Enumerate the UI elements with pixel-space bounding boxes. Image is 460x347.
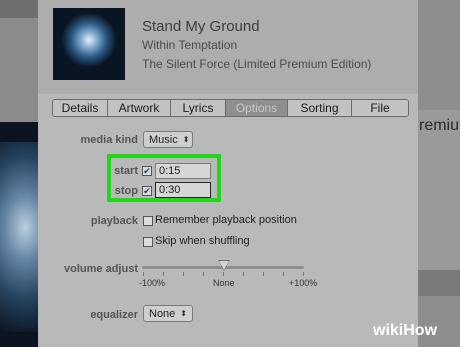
dialog-tabs: Details Artwork Lyrics Options Sorting F… (52, 99, 409, 117)
watermark-how: How (403, 322, 438, 339)
stop-time-field[interactable]: 0:30 (155, 182, 211, 198)
volume-min-label: -100% (139, 278, 166, 288)
playback-label: playback (90, 215, 138, 227)
background-right-row (418, 270, 460, 296)
song-artist: Within Temptation (142, 38, 238, 52)
album-artwork (53, 8, 125, 80)
background-album-title: remiu (419, 117, 460, 134)
tab-file[interactable]: File (352, 100, 408, 116)
tab-artwork[interactable]: Artwork (108, 100, 171, 116)
remember-position-label[interactable]: Remember playback position (155, 214, 297, 226)
song-album: The Silent Force (Limited Premium Editio… (142, 57, 372, 71)
skip-shuffling-label[interactable]: Skip when shuffling (155, 235, 250, 247)
dialog-header: Stand My Ground Within Temptation The Si… (38, 0, 418, 94)
volume-adjust-label: volume adjust (64, 263, 138, 275)
media-kind-label: media kind (80, 134, 138, 146)
slider-tick (303, 272, 304, 276)
stop-checkbox[interactable]: ✔ (142, 186, 152, 196)
slider-tick (243, 272, 244, 276)
tab-sorting[interactable]: Sorting (288, 100, 352, 116)
volume-none-label: None (213, 278, 235, 288)
slider-tick (263, 272, 264, 276)
equalizer-select[interactable]: None ⬍ (143, 305, 193, 322)
song-title: Stand My Ground (142, 18, 260, 35)
tab-details[interactable]: Details (53, 100, 108, 116)
media-kind-select[interactable]: Music ⬍ (143, 131, 193, 148)
slider-tick (203, 272, 204, 276)
media-kind-value: Music (149, 133, 178, 146)
wikihow-watermark: wikiHow (373, 322, 437, 340)
slider-tick (183, 272, 184, 276)
equalizer-label: equalizer (90, 309, 138, 321)
slider-tick (163, 272, 164, 276)
tab-lyrics[interactable]: Lyrics (171, 100, 226, 116)
artwork-glow (61, 14, 117, 66)
slider-tick (283, 272, 284, 276)
volume-max-label: +100% (289, 278, 318, 288)
start-label: start (114, 165, 138, 177)
chevron-updown-icon: ⬍ (182, 135, 190, 144)
stop-label: stop (114, 185, 138, 197)
slider-tick (143, 272, 144, 276)
chevron-updown-icon: ⬍ (180, 309, 187, 318)
remember-position-checkbox[interactable] (143, 216, 153, 226)
song-info-dialog: Stand My Ground Within Temptation The Si… (38, 0, 418, 347)
watermark-wiki: wiki (373, 322, 404, 339)
volume-slider-thumb[interactable] (219, 261, 229, 270)
start-time-field[interactable]: 0:15 (155, 163, 211, 179)
start-checkbox[interactable]: ✔ (142, 166, 152, 176)
slider-tick (223, 272, 224, 276)
skip-shuffling-checkbox[interactable] (143, 237, 153, 247)
equalizer-value: None (149, 307, 176, 320)
tab-options[interactable]: Options (226, 100, 288, 116)
